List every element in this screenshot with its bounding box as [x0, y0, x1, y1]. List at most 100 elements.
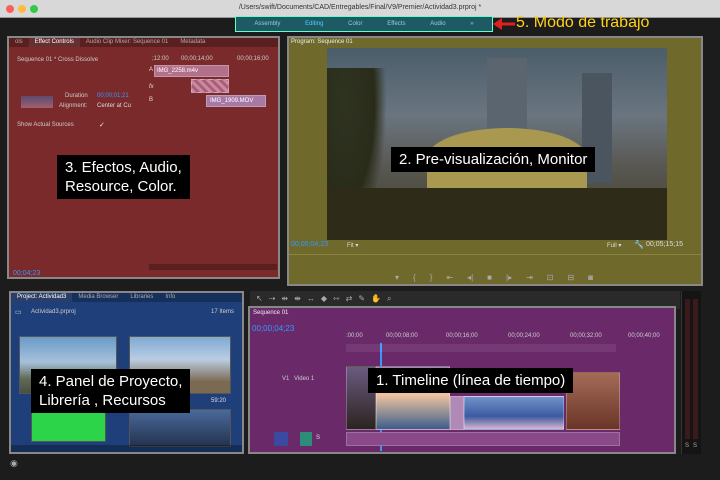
- duration-label: Duration: [65, 93, 88, 99]
- fit-dropdown[interactable]: Fit ▾: [347, 242, 358, 249]
- tab-metadata[interactable]: Metadata: [174, 38, 211, 47]
- effect-panel-tabs: ols Effect Controls Audio Clip Mixer: Se…: [9, 38, 278, 47]
- tab-media-browser[interactable]: Media Browser: [72, 293, 124, 302]
- annotation-arrow-icon: [493, 18, 515, 30]
- workspace-tab-color[interactable]: Color: [348, 21, 362, 27]
- timeline-clip[interactable]: [464, 396, 564, 430]
- effect-scrollbar[interactable]: [149, 264, 277, 270]
- program-monitor-panel: Program: Sequence 01 00;00;04;23 Fit ▾ F…: [287, 36, 703, 286]
- tab-effect-controls[interactable]: Effect Controls: [28, 38, 80, 47]
- in-point-icon[interactable]: {: [413, 273, 416, 282]
- zoom-icon[interactable]: ⌕: [387, 294, 391, 306]
- tab-libraries[interactable]: Libraries: [124, 293, 159, 302]
- ripple-edit-icon[interactable]: ⇹: [281, 294, 288, 306]
- razor-icon[interactable]: ◆: [321, 294, 327, 306]
- slip-icon[interactable]: ⇿: [333, 294, 340, 306]
- project-thumbnail[interactable]: [129, 409, 231, 447]
- out-point-icon[interactable]: }: [430, 273, 433, 282]
- audio-meter: S S: [681, 291, 701, 454]
- ruler-label: 00;00;08;00: [386, 333, 418, 339]
- ruler-label: 00;00;40;00: [628, 333, 660, 339]
- fx-icon[interactable]: fx: [149, 84, 154, 90]
- workspace-tab-assembly[interactable]: Assembly: [254, 21, 280, 27]
- duration-value[interactable]: 00;00;01;21: [97, 93, 129, 99]
- project-bottom-toolbar: [11, 445, 242, 452]
- timeline-transition[interactable]: [450, 396, 464, 430]
- stop-icon[interactable]: ■: [487, 273, 492, 282]
- timeline-tab[interactable]: Sequence 01: [253, 310, 288, 316]
- selection-tool-icon[interactable]: ↖: [256, 294, 263, 306]
- meter-label: S: [693, 443, 698, 449]
- alignment-dropdown[interactable]: Center at Cu: [97, 103, 131, 109]
- tab-info[interactable]: Info: [159, 293, 181, 302]
- timeline-work-area[interactable]: [346, 344, 616, 352]
- effect-time-end: 00;00;16;00: [237, 56, 269, 62]
- slide-icon[interactable]: ⇄: [346, 294, 353, 306]
- track-select-icon[interactable]: ⇢: [269, 294, 276, 306]
- workspace-tab-effects[interactable]: Effects: [387, 21, 405, 27]
- show-actual-sources-checkbox[interactable]: ✓: [99, 121, 105, 129]
- window-title: /Users/swift/Documents/CAD/Entregables/F…: [238, 4, 482, 11]
- step-forward-icon[interactable]: |▸: [506, 273, 512, 282]
- transport-controls: ▾ { } ⇤ ◂| ■ |▸ ⇥ ⊡ ⊟ ◙: [395, 273, 593, 282]
- rolling-edit-icon[interactable]: ⇼: [294, 294, 301, 306]
- effect-sequence-label: Sequence 01 * Cross Dissolve: [17, 57, 99, 63]
- audio-clip[interactable]: [346, 432, 620, 446]
- transition-preview-thumbnail: [21, 96, 53, 108]
- wrench-icon[interactable]: 🔧: [634, 240, 644, 249]
- lift-icon[interactable]: ⊡: [547, 273, 554, 282]
- eye-icon[interactable]: ◉: [10, 458, 18, 469]
- project-file-name: Actividad3.prproj: [31, 309, 76, 315]
- cross-dissolve-transition[interactable]: [191, 79, 229, 93]
- go-to-in-icon[interactable]: ⇤: [446, 273, 453, 282]
- quality-dropdown[interactable]: Full ▾: [607, 242, 621, 249]
- go-to-out-icon[interactable]: ⇥: [526, 273, 533, 282]
- timeline-timecode: 00;00;04;23: [252, 324, 295, 333]
- ruler-label: :00;00: [346, 333, 363, 339]
- camera-icon[interactable]: ◙: [588, 273, 593, 282]
- program-scrubber[interactable]: [289, 254, 701, 260]
- timeline-clip[interactable]: [566, 372, 620, 430]
- tab-project[interactable]: Project: Actividad3: [11, 293, 73, 302]
- tab-tools[interactable]: ols: [9, 38, 29, 47]
- workspace-bar: Assembly Editing Color Effects Audio »: [235, 16, 493, 32]
- workspace-more-button[interactable]: »: [470, 21, 473, 27]
- program-timecode: 00;00;04;23: [291, 241, 328, 248]
- clip-b[interactable]: IMG_1909.MOV: [206, 95, 266, 107]
- pen-icon[interactable]: ✎: [358, 294, 365, 306]
- project-thumbnail[interactable]: [31, 412, 106, 442]
- rate-stretch-icon[interactable]: ↔: [307, 294, 315, 306]
- workspace-tab-audio[interactable]: Audio: [430, 21, 445, 27]
- folder-icon: ▭: [15, 309, 22, 316]
- workspace-tab-editing[interactable]: Editing: [305, 21, 323, 27]
- annotation-timeline: 1. Timeline (línea de tiempo): [368, 368, 574, 393]
- clip-a[interactable]: IMG_2258.m4v: [154, 65, 229, 77]
- program-monitor-title: Program: Sequence 01: [291, 39, 353, 45]
- audio-track-toggle[interactable]: [300, 432, 312, 446]
- thumbnail-duration: 59:20: [211, 398, 227, 404]
- meter-label: S: [685, 443, 690, 449]
- ruler-label: 00;00;24;00: [508, 333, 540, 339]
- project-item-count: 17 Items: [211, 309, 235, 315]
- clip-b-label: IMG_1909.MOV: [210, 98, 254, 104]
- video-track-label: V1: [282, 376, 290, 382]
- audio-track-label: S: [316, 435, 321, 441]
- clip-a-label: IMG_2258.m4v: [157, 68, 199, 74]
- hand-icon[interactable]: ✋: [371, 294, 381, 306]
- program-duration: 00;05;15;15: [646, 241, 683, 248]
- ruler-label: 00;00;16;00: [446, 333, 478, 339]
- alignment-label: Alignment:: [59, 103, 88, 109]
- tab-audio-clip-mixer[interactable]: Audio Clip Mixer: Sequence 01: [80, 38, 174, 47]
- step-back-icon[interactable]: ◂|: [467, 273, 473, 282]
- project-panel: Project: Actividad3 Media Browser Librar…: [9, 291, 244, 454]
- annotation-effects: 3. Efectos, Audio, Resource, Color.: [57, 155, 190, 199]
- extract-icon[interactable]: ⊟: [568, 273, 575, 282]
- ruler-label: 00;00;32;00: [570, 333, 602, 339]
- marker-icon[interactable]: ▾: [395, 273, 399, 282]
- track-target-button[interactable]: [274, 432, 288, 446]
- annotation-project: 4. Panel de Proyecto, Librería , Recurso…: [31, 369, 191, 413]
- project-panel-tabs: Project: Actividad3 Media Browser Librar…: [11, 293, 242, 302]
- video-track-name: Video 1: [294, 376, 315, 382]
- program-video-frame[interactable]: [327, 48, 667, 240]
- annotation-monitor: 2. Pre-visualización, Monitor: [391, 147, 596, 172]
